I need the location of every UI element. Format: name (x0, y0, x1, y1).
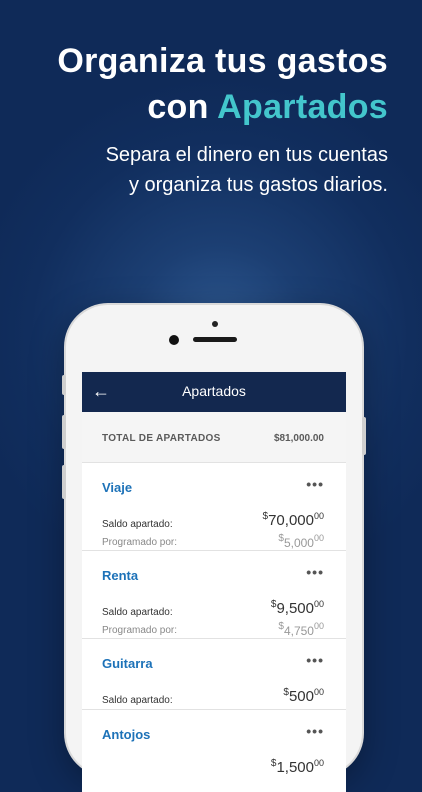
phone-side-button (62, 375, 66, 395)
apartado-name[interactable]: Renta (102, 568, 138, 583)
saved-label: Saldo apartado: (102, 607, 173, 618)
subtitle: Separa el dinero en tus cuentas y organi… (8, 140, 388, 200)
nav-title: Apartados (182, 383, 246, 399)
phone-screen: ← Apartados TOTAL DE APARTADOS $81,000.0… (82, 372, 346, 792)
saved-amount: $70,00000 (262, 511, 324, 529)
total-value: $81,000.00 (273, 433, 324, 444)
apartado-name[interactable]: Antojos (102, 727, 150, 742)
headline: Organiza tus gastos con Apartados (8, 38, 388, 130)
phone-speaker (193, 337, 237, 342)
saved-amount: $50000 (283, 687, 324, 705)
scheduled-amount: $4,75000 (278, 621, 324, 638)
saved-amount: $1,50000 (270, 758, 324, 776)
total-label: TOTAL DE APARTADOS (102, 433, 221, 444)
apartado-card-guitarra[interactable]: Guitarra ••• Saldo apartado: $50000 (82, 639, 346, 710)
subtitle-line-1: Separa el dinero en tus cuentas (105, 144, 388, 166)
saved-label: Saldo apartado: (102, 519, 173, 530)
apartado-name[interactable]: Viaje (102, 480, 132, 495)
total-row: TOTAL DE APARTADOS $81,000.00 (82, 412, 346, 463)
phone-side-button (62, 465, 66, 499)
more-options-icon[interactable]: ••• (306, 564, 324, 580)
headline-prefix: con (147, 88, 218, 126)
phone-camera (169, 335, 179, 345)
more-options-icon[interactable]: ••• (306, 723, 324, 739)
phone-mockup: ← Apartados TOTAL DE APARTADOS $81,000.0… (62, 305, 366, 792)
headline-line-2: con Apartados (8, 84, 388, 130)
headline-accent: Apartados (217, 88, 388, 126)
apartado-name[interactable]: Guitarra (102, 656, 153, 671)
phone-side-button (62, 415, 66, 449)
subtitle-line-2: y organiza tus gastos diarios. (128, 174, 388, 196)
phone-sensor (212, 321, 218, 327)
headline-line-1: Organiza tus gastos (57, 42, 388, 80)
scheduled-label: Programado por: (102, 537, 178, 548)
apartado-card-renta[interactable]: Renta ••• Saldo apartado: $9,50000 Progr… (82, 551, 346, 639)
more-options-icon[interactable]: ••• (306, 476, 324, 492)
apartado-card-antojos[interactable]: Antojos ••• $1,50000 (82, 710, 346, 792)
scheduled-label: Programado por: (102, 625, 178, 636)
apartado-card-viaje[interactable]: Viaje ••• Saldo apartado: $70,00000 Prog… (82, 463, 346, 551)
scheduled-amount: $5,00000 (278, 533, 324, 550)
saved-label: Saldo apartado: (102, 695, 173, 706)
saved-amount: $9,50000 (270, 599, 324, 617)
app-navbar: ← Apartados (82, 372, 346, 412)
more-options-icon[interactable]: ••• (306, 652, 324, 668)
phone-side-button (362, 417, 366, 455)
